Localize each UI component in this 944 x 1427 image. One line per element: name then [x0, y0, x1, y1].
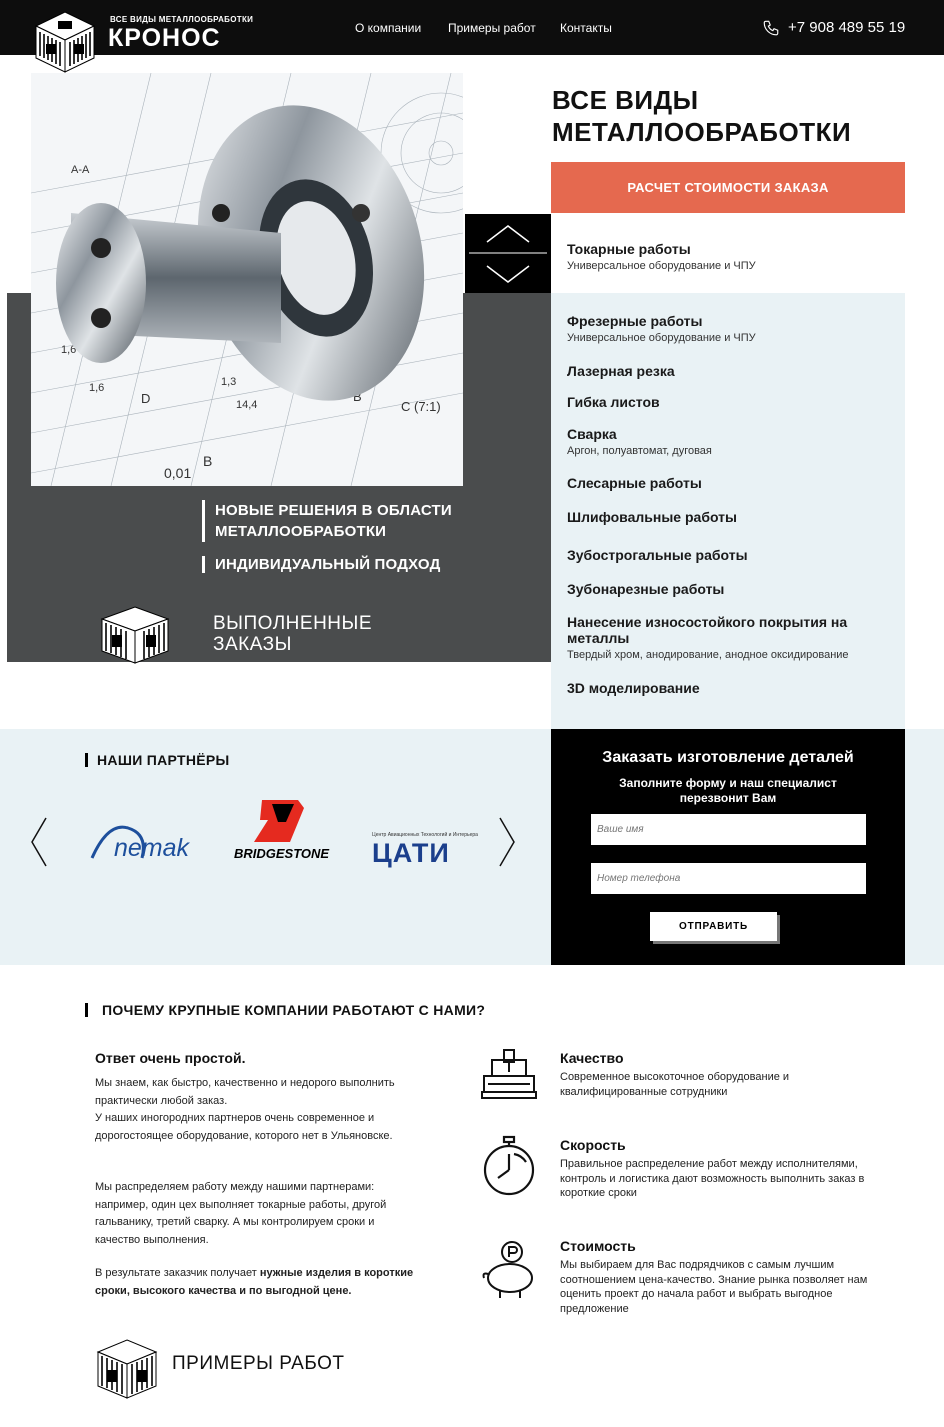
services-scroll-control [465, 214, 551, 293]
chevron-up-icon[interactable] [486, 225, 530, 243]
name-input[interactable] [591, 814, 866, 845]
tagline-new-solutions: НОВЫЕ РЕШЕНИЯ В ОБЛАСТИ МЕТАЛЛООБРАБОТКИ [202, 500, 452, 542]
feature-quality-title: Качество [560, 1050, 624, 1066]
chevron-left-icon[interactable] [28, 816, 50, 868]
nav-contacts[interactable]: Контакты [560, 21, 612, 35]
svg-text:А-А: А-А [71, 164, 90, 176]
service-item-bending[interactable]: Гибка листов [567, 394, 660, 410]
phone-number[interactable]: +7 908 489 55 19 [788, 19, 905, 36]
service-item-welding[interactable]: Сварка Аргон, полуавтомат, дуговая [567, 426, 712, 457]
flange-drawing-image: А-А 1,6 1,6 1,3 14,4 0,01 B D B C (7:1) [31, 73, 463, 486]
svg-text:0,01: 0,01 [164, 465, 191, 481]
why-paragraph-2: У наших иногородних партнеров очень совр… [95, 1112, 393, 1142]
hero-title-line1: ВСЕ ВИДЫ [552, 85, 699, 115]
completed-orders-logo-icon [100, 606, 170, 664]
svg-text:B: B [203, 453, 212, 469]
piggy-bank-icon [482, 1241, 533, 1298]
svg-text:1,6: 1,6 [89, 382, 104, 394]
completed-orders-link[interactable]: ВЫПОЛНЕННЫЕ ЗАКАЗЫ [213, 613, 372, 655]
service-item-locksmith[interactable]: Слесарные работы [567, 475, 702, 491]
form-title: Заказать изготовление деталей [602, 749, 854, 766]
hero-title: ВСЕ ВИДЫ МЕТАЛЛООБРАБОТКИ [552, 84, 851, 148]
hero-flange-image: А-А 1,6 1,6 1,3 14,4 0,01 B D B C (7:1) [31, 73, 463, 486]
submit-button[interactable]: ОТПРАВИТЬ [650, 912, 777, 941]
nav-about[interactable]: О компании [355, 21, 421, 35]
brand-name[interactable]: КРОНОС [108, 24, 221, 53]
feature-quality-text: Современное высокоточное оборудование и … [560, 1071, 790, 1098]
examples-logo-icon [96, 1339, 158, 1399]
phone-icon [763, 20, 779, 36]
partner-nemak-logo: nemak [88, 818, 198, 864]
service-item-grinding[interactable]: Шлифовальные работы [567, 509, 737, 525]
svg-text:1,3: 1,3 [221, 376, 236, 388]
feature-cost-title: Стоимость [560, 1238, 636, 1254]
svg-text:14,4: 14,4 [236, 399, 257, 411]
service-item-turning[interactable]: Токарные работы Универсальное оборудовани… [567, 241, 756, 272]
phone-input[interactable] [591, 863, 866, 894]
service-item-gear-planing[interactable]: Зубострогальные работы [567, 547, 748, 563]
svg-text:C (7:1): C (7:1) [401, 399, 441, 414]
partner-cati-logo: Центр Авиационных Технологий и Интерьера… [372, 832, 478, 868]
form-subtitle: Заполните форму и наш специалист перезво… [619, 776, 837, 805]
why-paragraph-4: В результате заказчик получает нужные из… [95, 1267, 414, 1297]
feature-cost-text: Мы выбираем для Вас подрядчиков с самым … [560, 1259, 868, 1315]
chevron-down-icon[interactable] [486, 265, 530, 283]
svg-text:D: D [141, 391, 150, 406]
service-item-milling[interactable]: Фрезерные работы Универсальное оборудован… [567, 313, 756, 344]
why-paragraph-1: Мы знаем, как быстро, качественно и недо… [95, 1077, 395, 1107]
cnc-machine-icon [481, 1049, 537, 1099]
chevron-right-icon[interactable] [496, 816, 518, 868]
order-form: Заказать изготовление деталей Заполните … [551, 729, 905, 965]
why-title: ПОЧЕМУ КРУПНЫЕ КОМПАНИИ РАБОТАЮТ С НАМИ? [85, 1003, 485, 1017]
partners-title: НАШИ ПАРТНЁРЫ [85, 753, 230, 767]
stopwatch-icon [483, 1135, 535, 1196]
partner-bridgestone-logo: BRIDGESTONE [232, 798, 330, 864]
service-item-3d-modeling[interactable]: 3D моделирование [567, 680, 700, 696]
calculate-cost-button[interactable]: РАСЧЕТ СТОИМОСТИ ЗАКАЗА [551, 162, 905, 213]
why-paragraph-3: Мы распределяем работу между нашими парт… [95, 1181, 387, 1246]
service-item-laser[interactable]: Лазерная резка [567, 363, 675, 379]
brand-tagline: ВСЕ ВИДЫ МЕТАЛЛООБРАБОТКИ [110, 15, 254, 24]
feature-speed-title: Скорость [560, 1137, 626, 1153]
feature-speed-text: Правильное распределение работ между исп… [560, 1158, 865, 1199]
hero-title-line2: МЕТАЛЛООБРАБОТКИ [552, 117, 852, 147]
service-item-coating[interactable]: Нанесение износостойкого покрытия на мет… [567, 614, 897, 661]
nav-examples[interactable]: Примеры работ [448, 21, 536, 35]
tagline-individual-approach: ИНДИВИДУАЛЬНЫЙ ПОДХОД [202, 556, 440, 573]
examples-title[interactable]: ПРИМЕРЫ РАБОТ [172, 1353, 344, 1375]
service-item-gear-cutting[interactable]: Зубонарезные работы [567, 581, 724, 597]
answer-heading: Ответ очень простой. [95, 1050, 246, 1066]
logo-cube-icon[interactable] [34, 10, 96, 74]
site-header: ВСЕ ВИДЫ МЕТАЛЛООБРАБОТКИ КРОНОС О компа… [0, 0, 944, 55]
